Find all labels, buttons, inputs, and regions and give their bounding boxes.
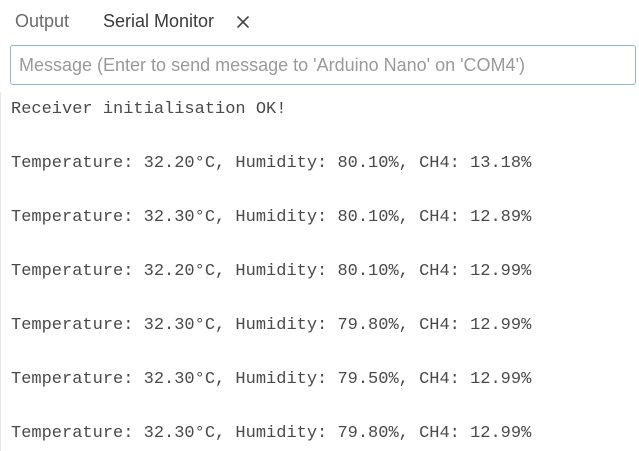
serial-output-line: Temperature: 32.30°C, Humidity: 80.10%, … (11, 208, 532, 227)
tab-serial-monitor[interactable]: Serial Monitor (103, 10, 214, 32)
serial-output-line: Temperature: 32.30°C, Humidity: 79.80%, … (11, 424, 532, 443)
close-icon[interactable] (235, 14, 251, 30)
serial-output-line: Temperature: 32.20°C, Humidity: 80.10%, … (11, 154, 532, 173)
tab-output[interactable]: Output (15, 10, 69, 32)
tab-bar: Output Serial Monitor (0, 0, 639, 42)
message-input[interactable] (11, 46, 635, 84)
serial-output-line: Temperature: 32.30°C, Humidity: 79.50%, … (11, 370, 532, 389)
serial-output-line: Temperature: 32.30°C, Humidity: 79.80%, … (11, 316, 532, 335)
message-input-container (10, 45, 636, 85)
serial-monitor-panel: Output Serial Monitor Receiver initialis… (0, 0, 639, 451)
serial-output-line: Receiver initialisation OK! (11, 100, 287, 119)
serial-output-area[interactable]: Receiver initialisation OK! Temperature:… (0, 92, 639, 451)
serial-output-line: Temperature: 32.20°C, Humidity: 80.10%, … (11, 262, 532, 281)
